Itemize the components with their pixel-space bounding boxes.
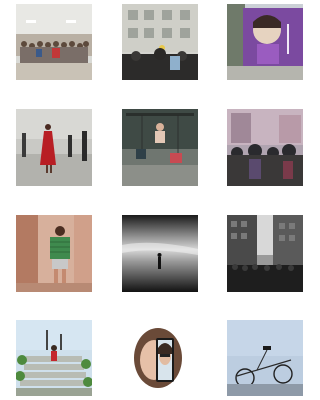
photo-misty-figure-image (122, 215, 198, 292)
photo-thumbnail-street-crowd[interactable] (227, 109, 303, 186)
photo-thumbnail-mural-wall[interactable] (227, 4, 303, 80)
photo-alley-green-shirt-image (16, 215, 92, 292)
photo-thumbnail-face-phone-selfie[interactable] (122, 320, 198, 396)
photo-stairs-flowers-image (16, 320, 92, 396)
photo-street-red-dress-image (16, 109, 92, 186)
photo-face-phone-selfie-image (122, 320, 198, 396)
photo-city-avenue-crowd-image (227, 215, 303, 292)
photo-thumbnail-city-avenue-crowd[interactable] (227, 215, 303, 292)
photo-thumbnail-building-protest[interactable] (122, 4, 198, 80)
photo-playground-swings-image (122, 109, 198, 186)
photo-mural-wall-image (227, 4, 303, 80)
photo-thumbnail-alley-green-shirt[interactable] (16, 215, 92, 292)
photo-building-protest-image (122, 4, 198, 80)
photo-bicycle-sky-image (227, 320, 303, 396)
photo-group-gathering-image (16, 4, 92, 80)
photo-thumbnail-misty-figure[interactable] (122, 215, 198, 292)
photo-thumbnail-street-red-dress[interactable] (16, 109, 92, 186)
photo-thumbnail-playground-swings[interactable] (122, 109, 198, 186)
photo-street-crowd-image (227, 109, 303, 186)
photo-thumbnail-group-gathering[interactable] (16, 4, 92, 80)
photo-grid (0, 0, 303, 400)
photo-thumbnail-stairs-flowers[interactable] (16, 320, 92, 396)
photo-thumbnail-bicycle-sky[interactable] (227, 320, 303, 396)
